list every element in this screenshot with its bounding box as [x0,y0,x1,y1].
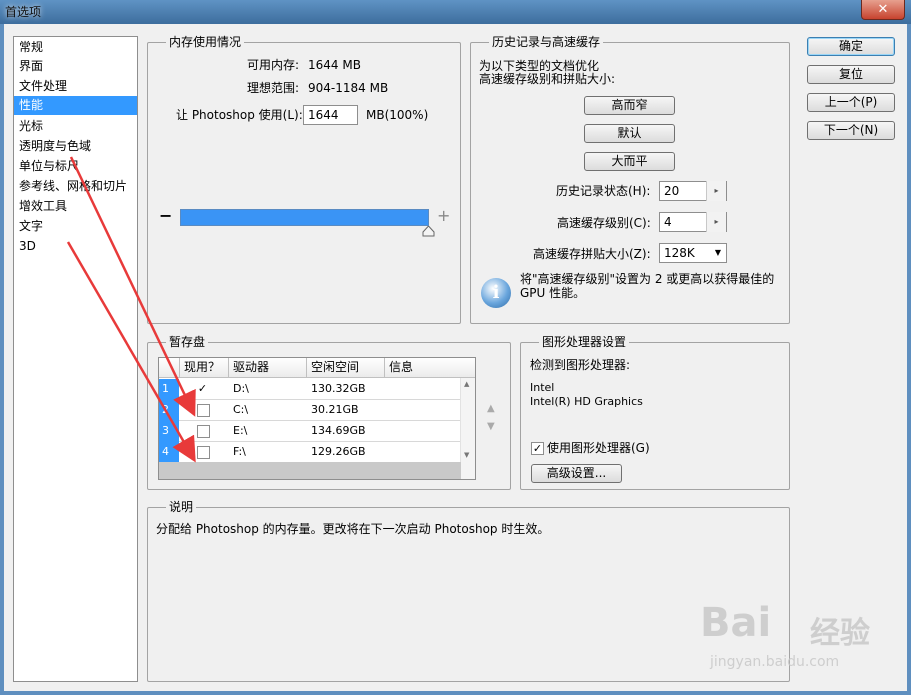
table-vertical-scrollbar[interactable]: ▲ ▼ [460,378,475,479]
watermark: Bai 经验 jingyan.baidu.com [700,600,900,680]
history-states-input[interactable]: 20 ▸ [659,181,727,201]
column-header-index [159,358,180,378]
title-bar: 首选项 ✕ [0,0,911,24]
drive-cell: E:\ [233,424,248,437]
close-button[interactable]: ✕ [861,0,905,20]
row-number: 2 [159,400,179,421]
move-down-icon[interactable]: ▼ [487,421,495,432]
memory-slider-bar[interactable] [180,209,429,226]
row-number: 4 [159,442,179,463]
memory-percent-label: MB(100%) [366,108,429,122]
use-gpu-label: 使用图形处理器(G) [547,441,650,455]
column-header-drive[interactable]: 驱动器 [229,358,307,378]
free-space-cell: 134.69GB [311,424,366,437]
history-cache-title: 历史记录与高速缓存 [489,34,604,50]
description-text: 分配给 Photoshop 的内存量。更改将在下一次启动 Photoshop 时… [156,522,550,536]
active-checkbox[interactable] [197,446,210,459]
drive-cell: F:\ [233,445,246,458]
next-button[interactable]: 下一个(N) [807,121,895,140]
reset-button[interactable]: 复位 [807,65,895,84]
memory-usage-group: 内存使用情况 [147,34,461,324]
cache-levels-value: 4 [664,215,672,229]
use-gpu-checkbox[interactable]: ✓ [531,442,544,455]
tall-thin-button[interactable]: 高而窄 [584,96,675,115]
category-interface[interactable]: 界面 [14,57,137,76]
big-flat-button[interactable]: 大而平 [584,152,675,171]
prev-button[interactable]: 上一个(P) [807,93,895,112]
gpu-detected-label: 检测到图形处理器: [530,358,631,372]
category-general[interactable]: 常规 [14,38,137,57]
watermark-logo: Bai [700,600,772,646]
category-list: 常规 界面 文件处理 性能 光标 透明度与色域 单位与标尺 参考线、网格和切片 … [13,36,138,682]
decrease-icon[interactable]: − [159,208,172,224]
cache-levels-label: 高速缓存级别(C): [557,216,651,230]
table-row[interactable]: 4 F:\ 129.26GB [159,442,461,463]
gpu-model: Intel(R) HD Graphics [530,395,643,408]
move-up-icon[interactable]: ▲ [487,403,495,414]
drive-cell: C:\ [233,403,249,416]
cache-tile-label: 高速缓存拼贴大小(Z): [533,247,651,261]
drive-cell: D:\ [233,382,249,395]
gpu-note-line2: GPU 性能。 [520,286,586,300]
ideal-range-label: 理想范围: [247,81,300,95]
table-row[interactable]: 2 C:\ 30.21GB [159,400,461,421]
row-number: 3 [159,421,179,442]
category-cursors[interactable]: 光标 [14,117,137,136]
category-performance[interactable]: 性能 [14,96,137,115]
column-header-active[interactable]: 现用？ [180,358,229,378]
available-memory-label: 可用内存: [247,58,300,72]
category-type[interactable]: 文字 [14,217,137,236]
free-space-cell: 130.32GB [311,382,366,395]
column-header-free-space[interactable]: 空闲空间 [307,358,385,378]
table-row[interactable]: 3 E:\ 134.69GB [159,421,461,442]
optimize-line2: 高速缓存级别和拼贴大小: [479,72,616,86]
description-title: 说明 [166,499,197,515]
cache-levels-input[interactable]: 4 ▸ [659,212,727,232]
ideal-range-value: 904-1184 MB [308,81,389,95]
scratch-disks-title: 暂存盘 [166,334,209,350]
watermark-logo-text: 经验 [810,616,870,651]
scroll-up-icon[interactable]: ▲ [464,380,469,388]
category-units-rulers[interactable]: 单位与标尺 [14,157,137,176]
category-file-handling[interactable]: 文件处理 [14,77,137,96]
category-3d[interactable]: 3D [14,237,137,256]
free-space-cell: 129.26GB [311,445,366,458]
default-button[interactable]: 默认 [584,124,675,143]
window-title: 首选项 [5,5,42,19]
category-transparency[interactable]: 透明度与色域 [14,137,137,156]
memory-usage-title: 内存使用情况 [166,34,245,50]
cache-tile-value: 128K [664,246,695,260]
cache-tile-select[interactable]: 128K ▼ [659,243,727,263]
advanced-settings-button[interactable]: 高级设置... [531,464,622,483]
active-checkbox[interactable] [197,425,210,438]
column-header-info[interactable]: 信息 [385,358,475,378]
row-number: 1 [159,379,179,400]
table-row[interactable]: 1 ✓ D:\ 130.32GB [159,379,461,400]
active-checkbox[interactable]: ✓ [196,383,209,396]
scratch-disk-table: 现用？ 驱动器 空闲空间 信息 1 ✓ D:\ 130.32GB 2 C:\ 3… [158,357,476,480]
active-checkbox[interactable] [197,404,210,417]
increase-icon[interactable]: + [437,208,450,224]
info-icon: i [481,278,511,308]
let-photoshop-use-label: 让 Photoshop 使用(L): [176,108,303,122]
history-states-spin-icon[interactable]: ▸ [706,181,726,201]
ok-button[interactable]: 确定 [807,37,895,56]
history-states-label: 历史记录状态(H): [556,184,651,198]
category-guides-grid[interactable]: 参考线、网格和切片 [14,177,137,196]
watermark-url: jingyan.baidu.com [710,654,840,670]
chevron-down-icon[interactable]: ▼ [715,244,721,262]
free-space-cell: 30.21GB [311,403,359,416]
scroll-down-icon[interactable]: ▼ [464,451,469,459]
history-states-value: 20 [664,184,680,198]
gpu-settings-title: 图形处理器设置 [539,334,630,350]
category-plugins[interactable]: 增效工具 [14,197,137,216]
available-memory-value: 1644 MB [308,58,361,72]
table-horizontal-scrollbar[interactable] [159,462,461,479]
memory-amount-input[interactable]: 1644 [303,105,358,125]
cache-levels-spin-icon[interactable]: ▸ [706,212,726,232]
slider-thumb-icon[interactable] [422,226,435,237]
